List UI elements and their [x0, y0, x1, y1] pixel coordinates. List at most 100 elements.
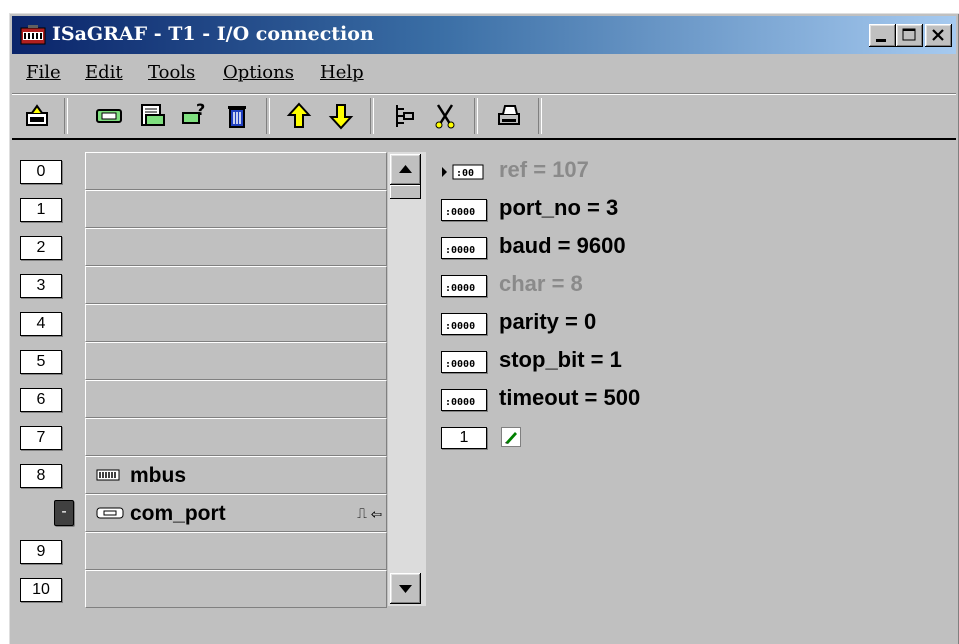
isagraf-app-icon — [20, 25, 46, 45]
maximize-icon — [902, 28, 916, 41]
toolbar-separator — [266, 98, 270, 134]
arrow-down-icon — [399, 585, 412, 593]
param-row-parity[interactable]: :0000 parity = 0 — [437, 304, 937, 342]
delete-icon — [228, 106, 246, 128]
disconnect-button[interactable] — [430, 101, 460, 131]
svg-text::0000: :0000 — [445, 397, 475, 408]
title-bar[interactable]: ISaGRAF - T1 - I/O connection — [12, 16, 956, 54]
print-button[interactable] — [494, 101, 524, 131]
slot-row[interactable]: 9 — [9, 532, 389, 570]
slot-scrollbar[interactable] — [388, 152, 426, 606]
slot-cell[interactable] — [85, 228, 387, 266]
slot-cell[interactable] — [85, 152, 387, 190]
slot-number: 3 — [20, 274, 62, 298]
slot-row[interactable]: 0 — [9, 152, 389, 190]
slot-row[interactable]: 3 — [9, 266, 389, 304]
scroll-up-button[interactable] — [390, 154, 421, 185]
move-up-button[interactable] — [284, 101, 314, 131]
slot-cell[interactable]: com_port ⎍ ⇦ — [85, 494, 387, 532]
output-flag-icon: ⎍ ⇦ — [357, 505, 382, 521]
help-board-button[interactable]: ? — [180, 100, 210, 131]
svg-text::00: :00 — [456, 168, 474, 179]
channel-index: 1 — [441, 427, 487, 449]
move-down-icon — [328, 104, 354, 130]
slot-cell[interactable] — [85, 266, 387, 304]
menu-tools[interactable]: Tools — [148, 62, 195, 83]
menu-edit[interactable]: Edit — [85, 62, 123, 83]
slot-row-com-port[interactable]: - com_port ⎍ ⇦ — [9, 494, 389, 532]
multi-board-icon — [96, 469, 120, 481]
toolbar-separator — [370, 98, 374, 134]
slot-cell[interactable] — [85, 418, 387, 456]
slot-cell[interactable] — [85, 304, 387, 342]
menu-help[interactable]: Help — [320, 62, 364, 83]
svg-text::0000: :0000 — [445, 245, 475, 256]
move-down-button[interactable] — [326, 101, 356, 131]
param-row-timeout[interactable]: :0000 timeout = 500 — [437, 380, 937, 418]
integer-param-icon: :0000 — [441, 275, 487, 297]
board-icon — [96, 507, 124, 519]
disconnect-icon — [435, 104, 455, 129]
slot-cell[interactable] — [85, 380, 387, 418]
minimize-icon — [876, 39, 886, 42]
param-text: ref = 107 — [499, 157, 589, 182]
slot-cell[interactable]: mbus — [85, 456, 387, 494]
param-row-port-no[interactable]: :0000 port_no = 3 — [437, 190, 937, 228]
slot-row[interactable]: 1 — [9, 190, 389, 228]
slot-row[interactable]: 10 — [9, 570, 389, 608]
param-text: port_no = 3 — [499, 195, 619, 220]
slot-cell[interactable] — [85, 342, 387, 380]
slot-row[interactable]: 2 — [9, 228, 389, 266]
param-text: stop_bit = 1 — [499, 347, 622, 372]
board-params-icon — [141, 104, 165, 126]
menu-help-label: Help — [320, 62, 364, 83]
set-board-button[interactable] — [94, 101, 124, 131]
open-board-icon — [26, 104, 48, 126]
delete-button[interactable] — [222, 101, 252, 131]
open-board-button[interactable] — [22, 101, 52, 131]
ref-board-icon: :00 — [442, 164, 484, 180]
svg-text::0000: :0000 — [445, 359, 475, 370]
slot-number: 5 — [20, 350, 62, 374]
slot-cell[interactable] — [85, 190, 387, 228]
slot-row[interactable]: 6 — [9, 380, 389, 418]
channel-checkbox[interactable] — [501, 427, 521, 447]
param-row-stop-bit[interactable]: :0000 stop_bit = 1 — [437, 342, 937, 380]
close-button[interactable] — [925, 24, 952, 47]
menu-tools-label: Tools — [148, 62, 196, 83]
scroll-down-button[interactable] — [390, 573, 421, 604]
slot-row[interactable]: 7 — [9, 418, 389, 456]
window-title: ISaGRAF - T1 - I/O connection — [52, 23, 374, 45]
slot-row-mbus[interactable]: 8 mbus — [9, 456, 389, 494]
pencil-icon — [505, 432, 517, 444]
integer-param-icon: :0000 — [441, 237, 487, 259]
param-row-ref[interactable]: :00 ref = 107 — [437, 152, 937, 190]
channel-row[interactable]: 1 — [437, 418, 937, 456]
slot-row[interactable]: 4 — [9, 304, 389, 342]
menu-options[interactable]: Options — [223, 62, 294, 83]
minimize-button[interactable] — [869, 24, 896, 47]
set-board-icon — [96, 109, 122, 123]
svg-text::0000: :0000 — [445, 283, 475, 294]
board-params-button[interactable] — [138, 101, 168, 131]
slot-number: 2 — [20, 236, 62, 260]
slot-cell[interactable] — [85, 532, 387, 570]
param-row-char[interactable]: :0000 char = 8 — [437, 266, 937, 304]
slot-number: 7 — [20, 426, 62, 450]
integer-param-icon: :0000 — [441, 199, 487, 221]
help-board-icon: ? — [182, 100, 205, 124]
menu-bar: File Edit Tools Options Help — [12, 56, 956, 90]
maximize-button[interactable] — [896, 24, 923, 47]
connect-button[interactable] — [390, 101, 420, 131]
slot-number: 6 — [20, 388, 62, 412]
svg-text::0000: :0000 — [445, 321, 475, 332]
param-text: parity = 0 — [499, 309, 597, 334]
menu-file[interactable]: File — [26, 62, 61, 83]
param-row-baud[interactable]: :0000 baud = 9600 — [437, 228, 937, 266]
close-icon — [932, 29, 944, 41]
slot-label: mbus — [130, 464, 187, 487]
scroll-thumb[interactable] — [390, 185, 421, 199]
slot-row[interactable]: 5 — [9, 342, 389, 380]
slot-cell[interactable] — [85, 570, 387, 608]
param-text: char = 8 — [499, 271, 583, 296]
